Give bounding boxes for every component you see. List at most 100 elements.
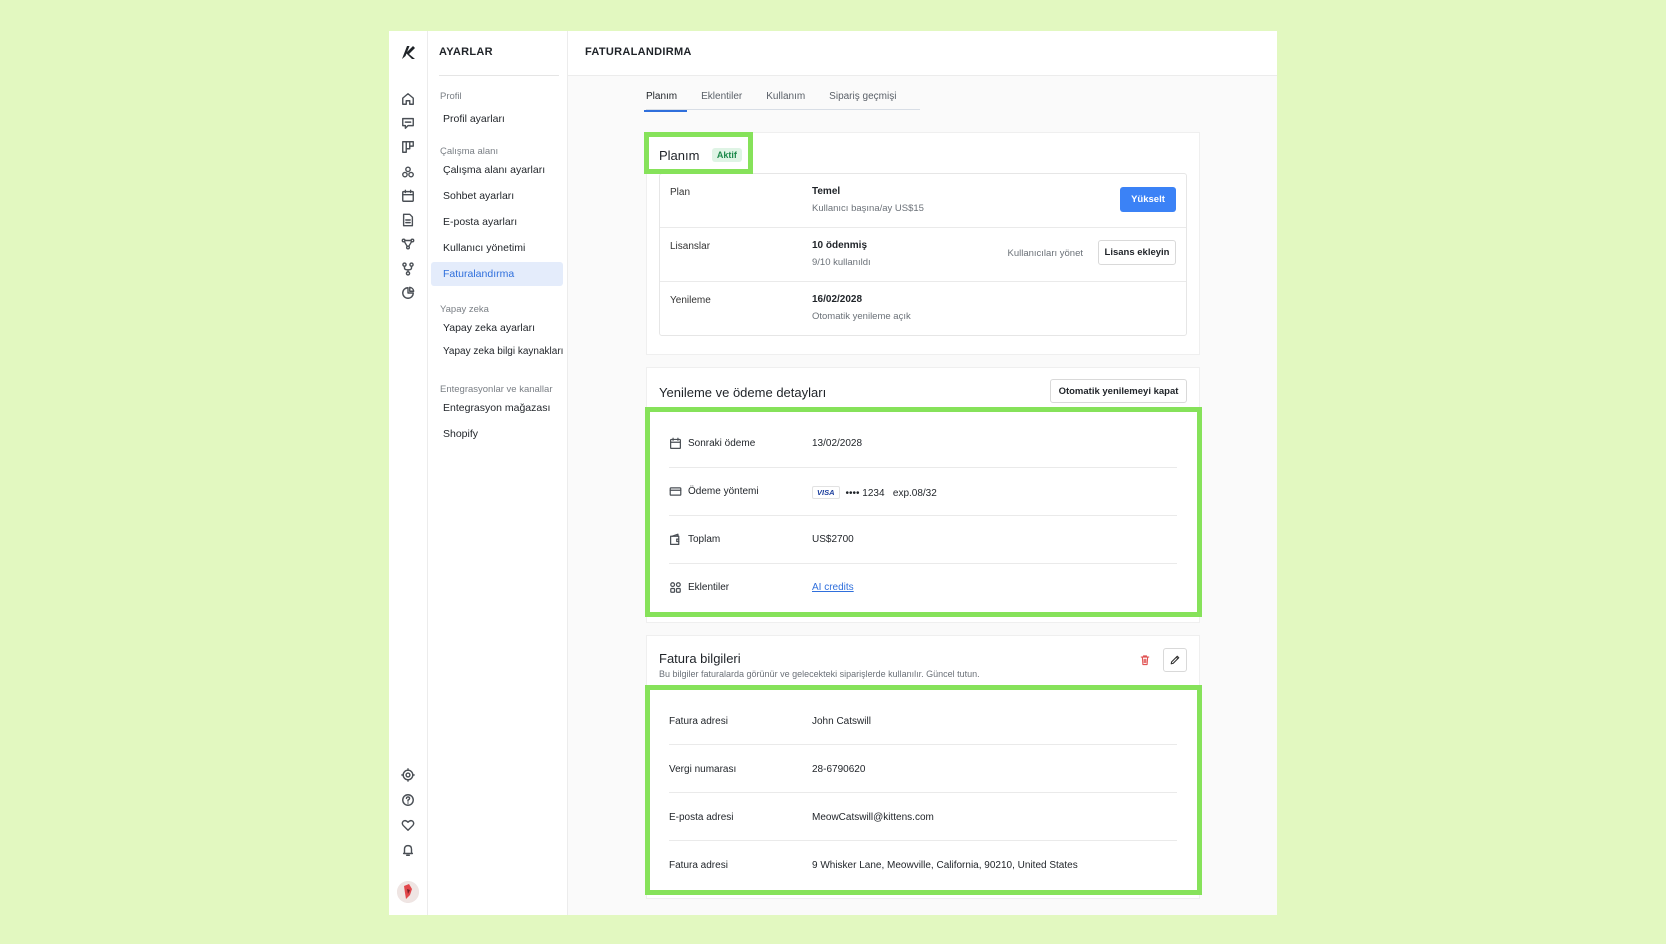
addons-value: AI credits [812,582,854,593]
calendar-icon[interactable] [400,188,416,204]
next-payment-row: Sonraki ödeme 13/02/2028 [669,420,1177,468]
billing-name-row: Fatura adresi John Catswill [669,697,1177,745]
home-icon[interactable] [400,91,416,107]
status-badge: Aktif [711,148,742,162]
ai-credits-link[interactable]: AI credits [812,582,854,593]
bell-icon[interactable] [400,842,416,858]
next-payment-label: Sonraki ödeme [688,438,756,449]
tax-number-value: 28-6790620 [812,764,866,775]
icon-rail [389,31,428,915]
email-value: MeowCatswill@kittens.com [812,812,934,823]
app-window: AYARLAR Profil Profil ayarları Çalışma a… [389,31,1277,915]
nav-group-integrations-title: Entegrasyonlar ve kanallar [440,384,553,395]
settings-title: AYARLAR [439,46,493,58]
total-row: Toplam US$2700 [669,516,1177,564]
invoice-card-note: Bu bilgiler faturalarda görünür ve gelec… [659,669,980,679]
sidebar-item-profile-settings[interactable]: Profil ayarları [431,107,563,131]
licenses-row: Lisanslar 10 ödenmiş 9/10 kullanıldı Kul… [660,228,1186,282]
sidebar-item-ai-settings[interactable]: Yapay zeka ayarları [431,316,563,340]
board-icon[interactable] [400,139,416,155]
invoice-info-card: Fatura bilgileri Bu bilgiler faturalarda… [646,635,1200,899]
renewal-row-label: Yenileme [670,295,711,306]
addons-label: Eklentiler [688,582,730,593]
invoice-card-title: Fatura bilgileri [659,651,741,666]
plan-row-sub: Kullanıcı başına/ay US$15 [812,203,924,214]
total-label: Toplam [688,534,721,545]
pencil-icon [1170,655,1180,665]
nav-group-workspace-title: Çalışma alanı [440,146,499,157]
wallet-icon [669,533,682,546]
upgrade-button[interactable]: Yükselt [1120,187,1176,212]
plan-card-title: Planım [659,148,700,163]
billing-address-label: Fatura adresi [669,860,728,871]
sidebar-item-billing[interactable]: Faturalandırma [431,262,563,286]
addons-row: Eklentiler AI credits [669,564,1177,612]
avatar[interactable] [397,881,419,903]
trash-icon [1140,655,1150,666]
addons-grid-icon [669,581,682,594]
delete-button[interactable] [1133,648,1157,672]
contacts-icon[interactable] [400,164,416,180]
sidebar-item-workspace-settings[interactable]: Çalışma alanı ayarları [431,158,563,182]
tax-number-label: Vergi numarası [669,764,737,775]
sidebar-item-ai-knowledge[interactable]: Yapay zeka bilgi kaynakları [431,340,563,364]
brand-logo-icon[interactable] [399,43,417,61]
add-license-button[interactable]: Lisans ekleyin [1098,240,1176,265]
page-title: FATURALANDIRMA [568,31,1277,76]
automation-icon[interactable] [400,236,416,252]
renewal-row-sub: Otomatik yenileme açık [812,311,911,322]
email-row: E-posta adresi MeowCatswill@kittens.com [669,793,1177,841]
document-icon[interactable] [400,212,416,228]
payment-method-value: VISA •••• 1234 exp.08/32 [812,486,937,499]
billing-address-row: Fatura adresi 9 Whisker Lane, Meowville,… [669,841,1177,889]
settings-title-divider [439,75,559,76]
licenses-row-value: 10 ödenmiş [812,240,868,251]
user-avatar-icon [397,881,419,903]
licenses-row-label: Lisanslar [670,241,711,252]
billing-name-label: Fatura adresi [669,716,728,727]
total-value: US$2700 [812,534,854,545]
heart-icon[interactable] [400,817,416,833]
card-number-expiry: •••• 1234 exp.08/32 [845,488,937,499]
tab-usage[interactable]: Kullanım [766,91,817,109]
plan-row-value: Temel [812,186,841,197]
tab-order-history[interactable]: Sipariş geçmişi [829,91,908,109]
calendar-icon [669,437,682,450]
settings-sidebar: AYARLAR Profil Profil ayarları Çalışma a… [428,31,568,915]
sidebar-item-integration-store[interactable]: Entegrasyon mağazası [431,396,563,420]
payment-details-box: Sonraki ödeme 13/02/2028 Ödeme yöntemi V… [659,414,1187,608]
sidebar-item-user-management[interactable]: Kullanıcı yönetimi [431,236,563,260]
nav-group-ai-title: Yapay zeka [440,304,489,315]
credit-card-icon [669,485,682,498]
billing-address-value: 9 Whisker Lane, Meowville, California, 9… [812,860,1078,871]
sidebar-item-chat-settings[interactable]: Sohbet ayarları [431,184,563,208]
edit-button[interactable] [1163,648,1187,672]
renewal-payment-card: Yenileme ve ödeme detayları Otomatik yen… [646,367,1200,623]
help-icon[interactable] [400,792,416,808]
reports-icon[interactable] [400,285,416,301]
tab-my-plan[interactable]: Planım [643,91,689,112]
chat-icon[interactable] [400,115,416,131]
payment-method-label: Ödeme yöntemi [688,486,759,497]
plan-row: Plan Temel Kullanıcı başına/ay US$15 Yük… [660,174,1186,228]
renewal-row-value: 16/02/2028 [812,294,863,305]
invoice-details-box: Fatura adresi John Catswill Vergi numara… [659,691,1187,889]
visa-card-icon: VISA [812,486,840,499]
next-payment-value: 13/02/2028 [812,438,863,449]
billing-name-value: John Catswill [812,716,871,727]
renewal-card-title: Yenileme ve ödeme detayları [659,385,827,400]
plan-card: Planım Aktif Plan Temel Kullanıcı başına… [646,132,1200,355]
gear-icon[interactable] [400,767,416,783]
sidebar-item-shopify[interactable]: Shopify [431,422,563,446]
main-content: FATURALANDIRMA Planım Eklentiler Kullanı… [568,31,1277,915]
workflow-icon[interactable] [400,261,416,277]
payment-method-row: Ödeme yöntemi VISA •••• 1234 exp.08/32 [669,468,1177,516]
manage-users-link[interactable]: Kullanıcıları yönet [1007,248,1083,259]
sidebar-item-email-settings[interactable]: E-posta ayarları [431,210,563,234]
nav-group-profile-title: Profil [440,91,462,102]
email-label: E-posta adresi [669,812,734,823]
disable-auto-renew-button[interactable]: Otomatik yenilemeyi kapat [1050,379,1187,403]
renewal-row: Yenileme 16/02/2028 Otomatik yenileme aç… [660,282,1186,336]
tab-addons[interactable]: Eklentiler [701,91,754,109]
licenses-row-sub: 9/10 kullanıldı [812,257,871,268]
